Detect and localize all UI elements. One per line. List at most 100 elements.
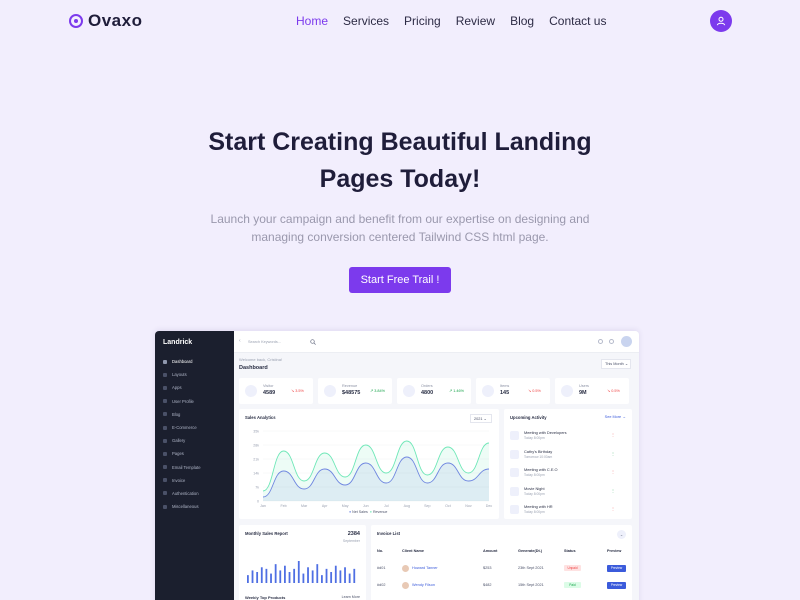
menu-toggle-icon[interactable]: ‹ xyxy=(239,338,241,344)
activity-item[interactable]: Meeting with Developers Today 8:00pm ⋮ xyxy=(510,429,620,443)
nav-review[interactable]: Review xyxy=(456,14,495,28)
x-tick-label: May xyxy=(342,504,349,508)
stat-change-value: 1.46% xyxy=(453,389,465,393)
y-tick-label: 21k xyxy=(253,457,259,461)
sidebar-item-icon xyxy=(163,399,167,404)
user-account-button[interactable] xyxy=(710,10,732,32)
sidebar-item[interactable]: User Profile xyxy=(155,395,234,408)
client-name[interactable]: Howard Tanner xyxy=(412,566,438,570)
sidebar-item[interactable]: Dashboard xyxy=(155,355,234,368)
dashboard-search-input[interactable]: Search Keywords... xyxy=(248,337,318,347)
hero-title-line1: Start Creating Beautiful Landing xyxy=(208,128,592,156)
sidebar-item-label: Email Template xyxy=(172,464,201,470)
monthly-bar xyxy=(270,573,272,583)
sidebar-item[interactable]: Miscellaneous xyxy=(155,500,234,513)
dashboard-preview: Landrick Dashboard Layouts Apps User Profil… xyxy=(155,331,639,600)
learn-more-link[interactable]: Learn More xyxy=(342,595,360,599)
x-tick-label: Jul xyxy=(384,504,389,508)
y-tick-label: 0 xyxy=(257,499,259,503)
sidebar-item-label: Gallery xyxy=(172,438,186,444)
chart-legend: ● Net Sales ● Revenue xyxy=(349,510,388,514)
monthly-bar xyxy=(307,567,309,583)
invoice-list-card: Invoice List ⌄ No. Client Name Amount Gener… xyxy=(371,525,632,600)
table-header: Generate(Dt.) xyxy=(518,549,543,553)
sidebar-item[interactable]: Blog xyxy=(155,408,234,421)
see-more-link[interactable]: See More → xyxy=(605,415,626,419)
calendar-icon xyxy=(510,431,519,440)
activity-menu-icon[interactable]: ⋮ xyxy=(611,469,615,474)
period-select[interactable]: This Month ⌄ xyxy=(601,359,631,369)
start-free-trial-button[interactable]: Start Free Trail ! xyxy=(349,267,451,293)
stat-card: Visitor 4589 ↘ 3.5% xyxy=(239,378,313,404)
sidebar-item[interactable]: E-Commerce xyxy=(155,421,234,434)
calendar-icon xyxy=(510,468,519,477)
monthly-bar xyxy=(334,565,337,583)
sidebar-item-label: Apps xyxy=(172,385,182,391)
sidebar-item-icon xyxy=(163,478,167,483)
x-tick-label: Dec xyxy=(486,504,493,508)
activity-menu-icon[interactable]: ⋮ xyxy=(611,432,615,437)
preview-button[interactable]: Preview xyxy=(607,564,626,572)
stat-label: Visitor xyxy=(263,384,274,388)
y-tick-label: 14k xyxy=(253,471,259,475)
brand-logo[interactable]: Ovaxo xyxy=(69,11,142,31)
table-header: No. xyxy=(377,549,384,553)
stat-icon xyxy=(245,385,257,397)
stat-value: 9M xyxy=(579,390,587,396)
sidebar-item[interactable]: Layouts xyxy=(155,368,234,381)
monthly-bar xyxy=(316,564,319,583)
activity-menu-icon[interactable]: ⋮ xyxy=(611,451,615,456)
sidebar-item-icon xyxy=(163,451,167,456)
sidebar-item[interactable]: Authentication xyxy=(155,487,234,500)
sidebar-item[interactable]: Pages xyxy=(155,447,234,460)
sidebar-item-icon xyxy=(163,372,167,377)
top-navigation: Ovaxo Home Services Pricing Review Blog … xyxy=(0,0,800,44)
monthly-bar xyxy=(302,573,305,583)
nav-pricing[interactable]: Pricing xyxy=(404,14,441,28)
dashboard-brand: Landrick xyxy=(163,339,193,346)
stat-value: $48575 xyxy=(342,390,361,396)
activity-item[interactable]: Movie Night Today 8:00pm ⋮ xyxy=(510,485,620,499)
stat-change: ↘ 0.5% xyxy=(607,388,620,393)
nav-services[interactable]: Services xyxy=(343,14,389,28)
invoice-more-icon[interactable]: ⌄ xyxy=(617,530,626,539)
dashboard-avatar[interactable] xyxy=(621,336,632,347)
monthly-bar xyxy=(279,570,282,583)
sidebar-item-label: Invoice xyxy=(172,477,186,483)
activity-menu-icon[interactable]: ⋮ xyxy=(611,488,615,493)
upcoming-activity-card: Upcoming Activity See More → Meeting wit… xyxy=(504,409,632,519)
activity-item[interactable]: Meeting with C.E.O Today 8:00pm ⋮ xyxy=(510,466,620,480)
nav-blog[interactable]: Blog xyxy=(510,14,534,28)
settings-icon[interactable] xyxy=(598,339,603,344)
sidebar-item[interactable]: Email Template xyxy=(155,461,234,474)
activity-time: Today 8:00pm xyxy=(524,491,545,496)
hero-subtitle-line2: managing conversion centered Tailwind CS… xyxy=(251,230,549,244)
stat-label: Items xyxy=(500,384,510,388)
monthly-bar xyxy=(293,568,296,583)
nav-home[interactable]: Home xyxy=(296,14,328,28)
monthly-bar xyxy=(311,570,314,583)
client-name[interactable]: Wendy Filson xyxy=(412,583,435,587)
invoice-no: #d01 xyxy=(377,566,386,570)
notification-icon[interactable] xyxy=(609,339,614,344)
stat-icon xyxy=(482,385,494,397)
dashboard-topbar: ‹ Search Keywords... xyxy=(234,331,639,353)
stat-value: 4800 xyxy=(421,390,434,396)
activity-item[interactable]: Cathy's Birthday Tomorrow 10:00am ⋮ xyxy=(510,448,620,462)
y-tick-label: 7k xyxy=(255,485,259,489)
activity-menu-icon[interactable]: ⋮ xyxy=(611,506,615,511)
sidebar-item-label: Dashboard xyxy=(172,359,193,365)
hero-subtitle-line1: Launch your campaign and benefit from ou… xyxy=(210,212,590,226)
activity-time: Today 8:00pm xyxy=(524,473,545,477)
monthly-bar xyxy=(288,572,291,583)
sidebar-item[interactable]: Apps xyxy=(155,381,234,394)
sidebar-item[interactable]: Gallery xyxy=(155,434,234,447)
legend-net-sales: Net Sales xyxy=(352,510,368,514)
sidebar-item[interactable]: Invoice xyxy=(155,474,234,487)
monthly-sales-card: Monthly Sales Report 2384 September Week… xyxy=(239,525,366,600)
nav-contact[interactable]: Contact us xyxy=(549,14,606,28)
welcome-text: Welcome back, Cristina! xyxy=(239,357,283,362)
preview-button[interactable]: Preview xyxy=(607,581,626,589)
monthly-bar xyxy=(260,567,263,583)
activity-item[interactable]: Meeting with HR Today 8:00pm ⋮ xyxy=(510,503,620,517)
